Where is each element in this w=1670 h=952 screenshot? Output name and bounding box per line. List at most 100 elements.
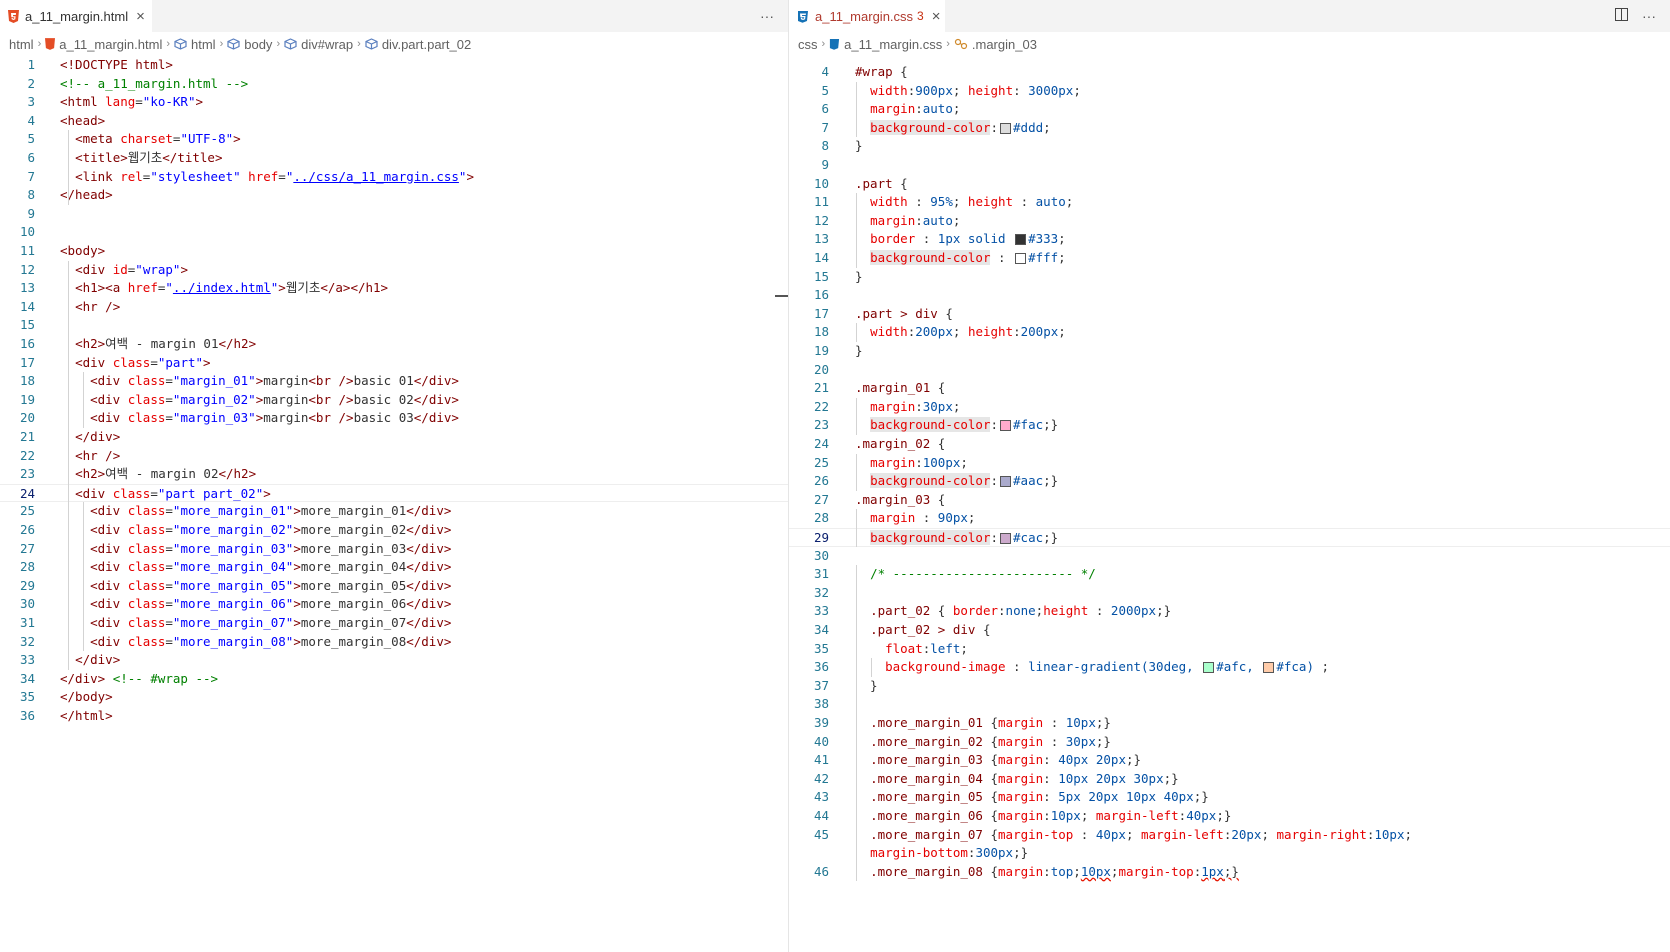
code-line[interactable]: 9	[789, 156, 1670, 175]
code-line[interactable]: 12 <div id="wrap">	[0, 261, 788, 280]
breadcrumb-item[interactable]: a_11_margin.html	[45, 37, 162, 52]
code-line[interactable]: 24 .margin_02 {	[789, 435, 1670, 454]
code-area[interactable]: 4 #wrap {5 width:900px; height: 3000px; 6 …	[789, 56, 1670, 952]
code-line[interactable]: 44 .more_margin_06 {margin:10px; margin-…	[789, 807, 1670, 826]
code-line[interactable]: 33 .part_02 { border:none;height : 2000p…	[789, 602, 1670, 621]
color-swatch[interactable]	[1000, 122, 1012, 134]
code-line[interactable]: 3 <html lang="ko-KR">	[0, 93, 788, 112]
code-line[interactable]: 5 width:900px; height: 3000px;	[789, 82, 1670, 101]
code-line[interactable]: 18 <div class="margin_01">margin<br />ba…	[0, 372, 788, 391]
code-line[interactable]: 17 .part > div {	[789, 305, 1670, 324]
code-line[interactable]: 15}	[789, 268, 1670, 287]
code-line[interactable]: 14 background-color : #fff;	[789, 249, 1670, 268]
code-line[interactable]: 16	[789, 286, 1670, 305]
code-line[interactable]: 18 width:200px; height:200px;	[789, 323, 1670, 342]
color-swatch[interactable]	[1015, 253, 1027, 264]
code-line[interactable]: 29 background-color: #cac;}	[789, 528, 1670, 547]
code-line[interactable]: 10	[0, 223, 788, 242]
code-line[interactable]: 6 margin:auto;	[789, 100, 1670, 119]
code-line[interactable]: 21 .margin_01 {	[789, 379, 1670, 398]
code-line[interactable]: 35 </body>	[0, 688, 788, 707]
code-area[interactable]: 1 <!DOCTYPE html> 2 <!-- a_11_margin.html -…	[0, 56, 788, 952]
breadcrumb-item[interactable]: div.part.part_02	[365, 37, 471, 52]
color-swatch[interactable]	[1000, 420, 1012, 432]
code-line[interactable]: 4 #wrap {	[789, 63, 1670, 82]
code-line[interactable]: 42 .more_margin_04 {margin: 10px 20px 30…	[789, 770, 1670, 789]
code-line[interactable]: 20	[789, 361, 1670, 380]
code-line[interactable]: 40 .more_margin_02 {margin : 30px;}	[789, 733, 1670, 752]
color-swatch[interactable]	[1000, 476, 1012, 488]
breadcrumb-item[interactable]: html	[174, 37, 216, 52]
code-line[interactable]: 41 .more_margin_03 {margin: 40px 20px;}	[789, 751, 1670, 770]
code-line[interactable]: 45 .more_margin_07 {margin-top : 40px; m…	[789, 826, 1670, 845]
code-line[interactable]: 43 .more_margin_05 {margin: 5px 20px 10p…	[789, 788, 1670, 807]
code-line[interactable]: 10 .part {	[789, 175, 1670, 194]
code-line[interactable]: 34 </div> <!-- #wrap -->	[0, 670, 788, 689]
more-actions-icon[interactable]: ···	[760, 8, 774, 24]
code-line[interactable]: 25 <div class="more_margin_01">more_marg…	[0, 502, 788, 521]
code-line[interactable]: 19 <div class="margin_02">margin<br />ba…	[0, 391, 788, 410]
code-line[interactable]: 24 <div class="part part_02">	[0, 483, 788, 503]
code-line[interactable]: 28 margin : 90px;	[789, 509, 1670, 528]
code-line[interactable]: 14 <hr />	[0, 298, 788, 317]
code-line[interactable]: 15	[0, 316, 788, 335]
breadcrumb-item[interactable]: a_11_margin.css	[829, 37, 942, 52]
code-line[interactable]: 28 <div class="more_margin_04">more_marg…	[0, 558, 788, 577]
code-line[interactable]: 21 </div>	[0, 428, 788, 447]
code-line[interactable]: 29 <div class="more_margin_05">more_marg…	[0, 577, 788, 596]
code-line[interactable]: 34 .part_02 > div {	[789, 621, 1670, 640]
code-line[interactable]: 2 <!-- a_11_margin.html -->	[0, 75, 788, 94]
code-line[interactable]: 46 .more_margin_08 {margin:top;10px;marg…	[789, 863, 1670, 882]
code-line[interactable]: 23 background-color: #fac;}	[789, 416, 1670, 435]
color-swatch[interactable]	[1203, 662, 1215, 674]
code-line[interactable]: 31 /* ------------------------ */	[789, 565, 1670, 584]
code-line[interactable]: 30	[789, 547, 1670, 566]
color-swatch[interactable]	[1263, 662, 1275, 674]
code-line[interactable]: 32 <div class="more_margin_08">more_marg…	[0, 633, 788, 652]
code-line[interactable]: 39 .more_margin_01 {margin : 10px;}	[789, 714, 1670, 733]
tab-a-11-margin-html[interactable]: a_11_margin.html ×	[0, 0, 152, 32]
breadcrumb-item[interactable]: div#wrap	[284, 37, 353, 52]
scrollbar-marker[interactable]	[775, 295, 788, 297]
code-line[interactable]: 30 <div class="more_margin_06">more_marg…	[0, 595, 788, 614]
code-line[interactable]: 33 </div>	[0, 651, 788, 670]
code-line[interactable]: margin-bottom:300px;}	[789, 844, 1670, 863]
more-actions-icon[interactable]: ···	[1642, 8, 1656, 24]
css-editor-pane[interactable]: a_11_margin.css 3 × ··· css › a_11_margin.…	[789, 0, 1670, 952]
code-line[interactable]: 4 <head>	[0, 112, 788, 131]
code-line[interactable]: 22 <hr />	[0, 447, 788, 466]
code-line[interactable]: 26 background-color: #aac;}	[789, 472, 1670, 491]
code-line[interactable]: 11 <body>	[0, 242, 788, 261]
breadcrumb-item[interactable]: css	[798, 37, 818, 52]
breadcrumb-item[interactable]: .margin_03	[954, 37, 1037, 52]
code-line[interactable]: 11 width : 95%; height : auto;	[789, 193, 1670, 212]
code-line[interactable]: 12 margin:auto;	[789, 212, 1670, 231]
code-line[interactable]: 13 border : 1px solid #333;	[789, 230, 1670, 249]
code-line[interactable]: 32	[789, 584, 1670, 603]
code-line[interactable]: 36 background-image : linear-gradient(30…	[789, 658, 1670, 677]
color-swatch[interactable]	[1000, 533, 1012, 544]
code-line[interactable]: 27 <div class="more_margin_03">more_marg…	[0, 540, 788, 559]
code-line[interactable]: 22 margin:30px;	[789, 398, 1670, 417]
code-line[interactable]: 8 </head>	[0, 186, 788, 205]
code-line[interactable]: 17 <div class="part">	[0, 354, 788, 373]
color-swatch[interactable]	[1015, 234, 1027, 246]
code-line[interactable]: 38	[789, 695, 1670, 714]
code-line[interactable]: 9	[0, 205, 788, 224]
code-line[interactable]: 25 margin:100px;	[789, 454, 1670, 473]
code-line[interactable]: 23 <h2>여백 - margin 02</h2>	[0, 465, 788, 484]
code-line[interactable]: 36 </html>	[0, 707, 788, 726]
code-line[interactable]: 6 <title>웹기초</title>	[0, 149, 788, 168]
code-line[interactable]: 35 float:left;	[789, 640, 1670, 659]
code-line[interactable]: 8}	[789, 137, 1670, 156]
split-editor-icon[interactable]	[1615, 8, 1628, 24]
code-line[interactable]: 37 }	[789, 677, 1670, 696]
close-icon[interactable]: ×	[136, 8, 145, 25]
code-line[interactable]: 1 <!DOCTYPE html>	[0, 56, 788, 75]
code-line[interactable]: 27 .margin_03 {	[789, 491, 1670, 510]
code-line[interactable]: 16 <h2>여백 - margin 01</h2>	[0, 335, 788, 354]
breadcrumb-item[interactable]: html	[9, 37, 34, 52]
code-line[interactable]: 31 <div class="more_margin_07">more_marg…	[0, 614, 788, 633]
code-line[interactable]: 7 <link rel="stylesheet" href="../css/a_…	[0, 168, 788, 187]
tab-a-11-margin-css[interactable]: a_11_margin.css 3 ×	[789, 0, 945, 32]
